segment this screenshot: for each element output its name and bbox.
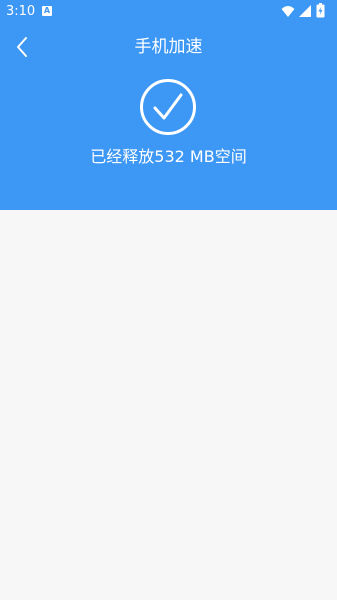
status-time: 3:10 (6, 4, 36, 19)
freed-space-message: 已经释放532 MB空间 (90, 147, 247, 166)
check-circle-icon (140, 79, 196, 135)
header-panel: 3:10 A 手机加速 已经释放532 MB空间 (0, 0, 337, 210)
signal-icon (299, 5, 311, 17)
notification-app-icon: A (42, 6, 52, 16)
battery-icon (316, 3, 325, 18)
content-area (0, 210, 337, 600)
toolbar: 手机加速 (0, 24, 337, 70)
app-screen: 3:10 A 手机加速 已经释放532 MB空间 (0, 0, 337, 600)
status-bar: 3:10 A (0, 0, 337, 24)
page-title: 手机加速 (134, 37, 203, 57)
wifi-icon (281, 6, 295, 17)
notification-app-letter: A (43, 6, 51, 15)
status-icons (281, 3, 331, 20)
